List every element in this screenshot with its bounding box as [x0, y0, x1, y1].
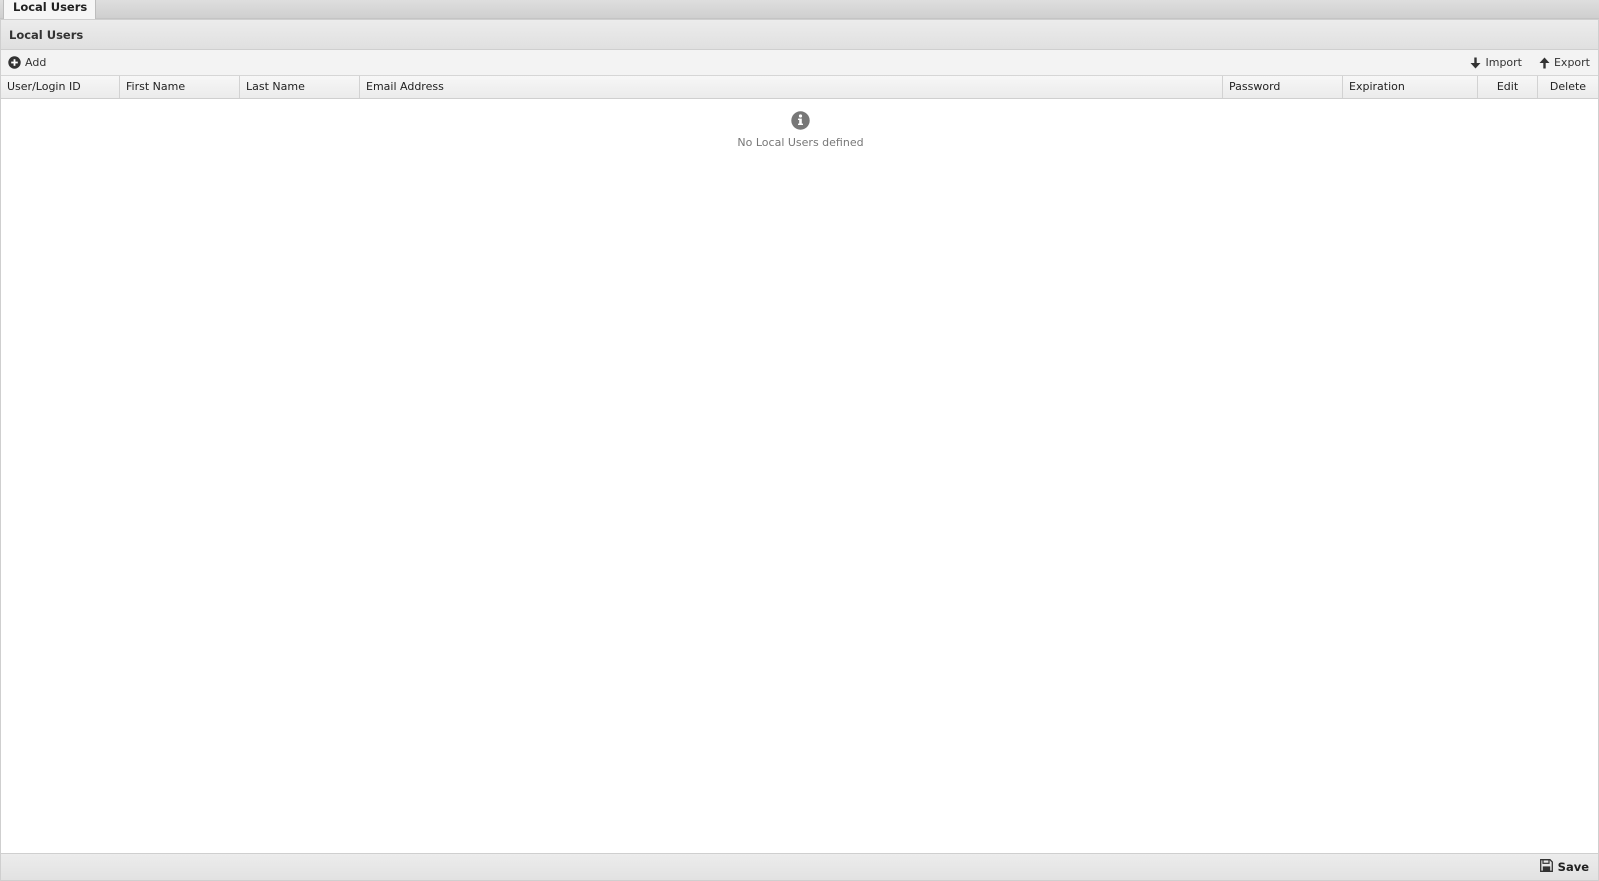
info-circle-icon	[1, 111, 1599, 130]
column-header-delete: Delete	[1549, 80, 1587, 93]
grid-header: User/Login ID First Name Last Name Email…	[1, 76, 1598, 99]
save-button[interactable]: Save	[1539, 854, 1589, 880]
column-header-first-name[interactable]: First Name	[120, 76, 240, 98]
local-users-panel: Local Users Add Import Export User/Login…	[0, 19, 1599, 881]
empty-message: No Local Users defined	[737, 136, 864, 149]
column-header-password[interactable]: Password	[1223, 76, 1343, 98]
add-button[interactable]: Add	[8, 50, 46, 75]
import-button-label: Import	[1485, 55, 1522, 69]
grid-toolbar: Add Import Export	[1, 50, 1598, 76]
column-header-email-address[interactable]: Email Address	[360, 76, 1223, 98]
column-header-last-name[interactable]: Last Name	[240, 76, 360, 98]
tab-local-users[interactable]: Local Users	[3, 0, 96, 19]
empty-state: No Local Users defined	[1, 111, 1599, 149]
panel-footer: Save	[1, 853, 1598, 880]
column-header-expiration[interactable]: Expiration	[1343, 76, 1478, 98]
import-button[interactable]: Import	[1470, 50, 1522, 75]
export-button-label: Export	[1553, 55, 1590, 69]
grid-body: No Local Users defined	[1, 99, 1598, 837]
tab-strip: Local Users	[0, 0, 1599, 19]
arrow-up-icon	[1539, 57, 1550, 69]
local-users-app: Local Users Local Users Add Import Expor…	[0, 0, 1599, 881]
plus-circle-icon	[8, 56, 21, 69]
panel-title: Local Users	[1, 20, 1598, 50]
save-button-label: Save	[1557, 860, 1589, 874]
add-button-label: Add	[25, 55, 47, 69]
floppy-disk-icon	[1539, 859, 1553, 875]
export-button[interactable]: Export	[1539, 50, 1590, 75]
arrow-down-icon	[1470, 57, 1481, 69]
column-header-edit: Edit	[1478, 76, 1538, 98]
column-header-user-login-id[interactable]: User/Login ID	[1, 76, 120, 98]
